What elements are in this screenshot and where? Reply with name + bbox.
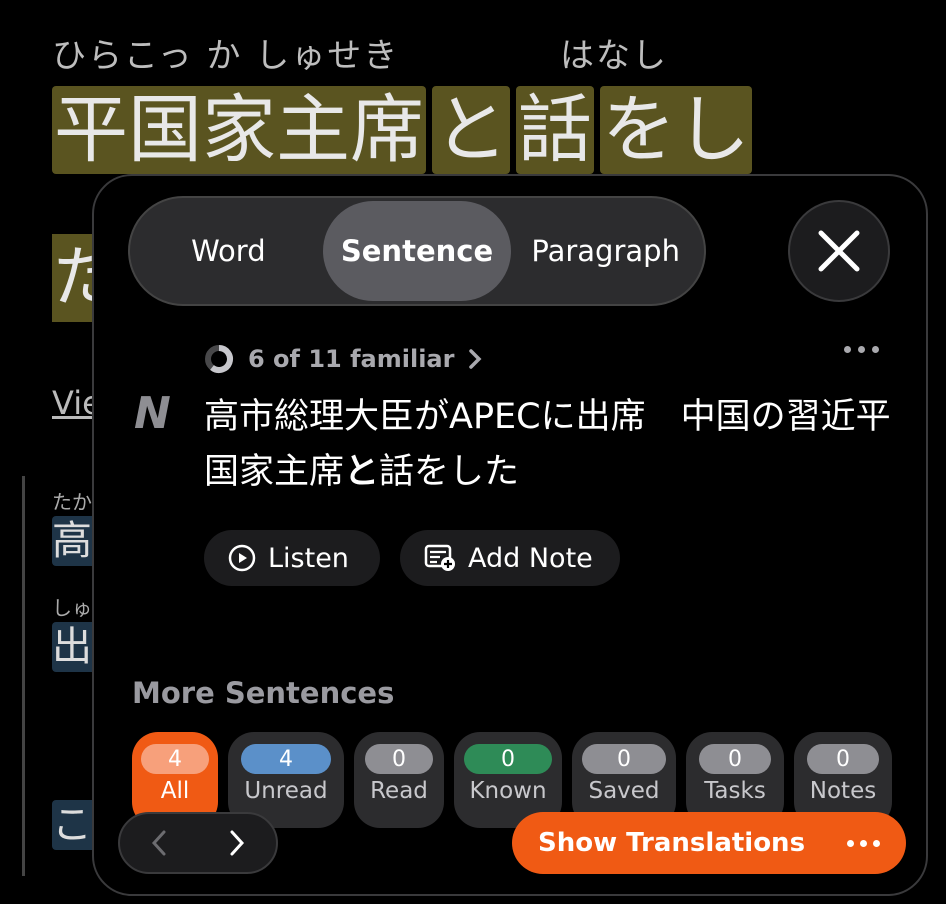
filter-count: 0	[582, 744, 666, 774]
paragraph-rail	[22, 476, 25, 876]
familiar-count: 6 of 11 familiar	[248, 345, 455, 373]
title-word[interactable]: と	[432, 86, 510, 174]
filter-read[interactable]: 0 Read	[354, 732, 444, 828]
source-logo: N	[134, 388, 171, 439]
title-word[interactable]: をし	[600, 86, 752, 174]
filter-count: 4	[241, 744, 331, 774]
sentence-part: 高市総理大臣がAPECに出席 中国の習近平国家主席	[204, 397, 891, 492]
tab-word[interactable]: Word	[134, 201, 323, 301]
listen-button[interactable]: Listen	[204, 530, 380, 586]
filter-count: 0	[365, 744, 433, 774]
article-title-line-1: 平国家主席 と 話 をし	[52, 86, 752, 174]
show-translations-label: Show Translations	[538, 828, 806, 858]
add-note-button[interactable]: Add Note	[400, 530, 620, 586]
furigana-group-1: ひらこっ か しゅせき	[52, 36, 400, 76]
close-button[interactable]	[788, 200, 890, 302]
filter-count: 0	[699, 744, 771, 774]
more-options-icon[interactable]	[844, 346, 879, 353]
chevron-left-icon[interactable]	[149, 828, 169, 858]
sentence-panel: Word Sentence Paragraph 6 of 11 familiar…	[92, 174, 928, 896]
filter-count: 0	[807, 744, 879, 774]
sentence-navigation	[118, 812, 278, 874]
sentence-text[interactable]: 高市総理大臣がAPECに出席 中国の習近平国家主席と話をした	[204, 390, 904, 500]
add-note-label: Add Note	[468, 542, 593, 574]
filter-label: Unread	[244, 778, 328, 804]
tab-sentence[interactable]: Sentence	[322, 201, 512, 301]
scope-segmented-control: Word Sentence Paragraph	[128, 196, 706, 306]
filter-label: Known	[469, 778, 547, 804]
listen-label: Listen	[268, 542, 349, 574]
more-sentences-heading: More Sentences	[132, 676, 395, 710]
filter-count: 0	[464, 744, 552, 774]
add-note-icon	[424, 544, 455, 571]
title-word[interactable]: 平国家主席	[52, 86, 426, 174]
title-word[interactable]: 話	[516, 86, 594, 174]
progress-ring-icon	[205, 345, 233, 373]
title-furigana: ひらこっ か しゅせき はなし	[52, 28, 666, 76]
tab-paragraph[interactable]: Paragraph	[511, 201, 700, 301]
sentence-part: 話をした	[379, 452, 520, 492]
furigana-group-2: はなし	[560, 36, 668, 76]
familiar-progress[interactable]: 6 of 11 familiar	[204, 344, 482, 374]
filter-count: 4	[141, 744, 209, 774]
filter-label: All	[160, 778, 190, 804]
chevron-right-icon[interactable]	[227, 828, 247, 858]
filter-label: Saved	[588, 778, 660, 804]
filter-label: Notes	[809, 778, 877, 804]
play-circle-icon	[228, 544, 256, 572]
sentence-highlight: と	[344, 452, 380, 492]
close-icon	[818, 230, 860, 272]
show-translations-button[interactable]: Show Translations	[512, 812, 906, 874]
filter-label: Read	[370, 778, 428, 804]
more-icon[interactable]	[847, 839, 880, 847]
chevron-right-icon	[469, 349, 482, 369]
filter-label: Tasks	[704, 778, 766, 804]
